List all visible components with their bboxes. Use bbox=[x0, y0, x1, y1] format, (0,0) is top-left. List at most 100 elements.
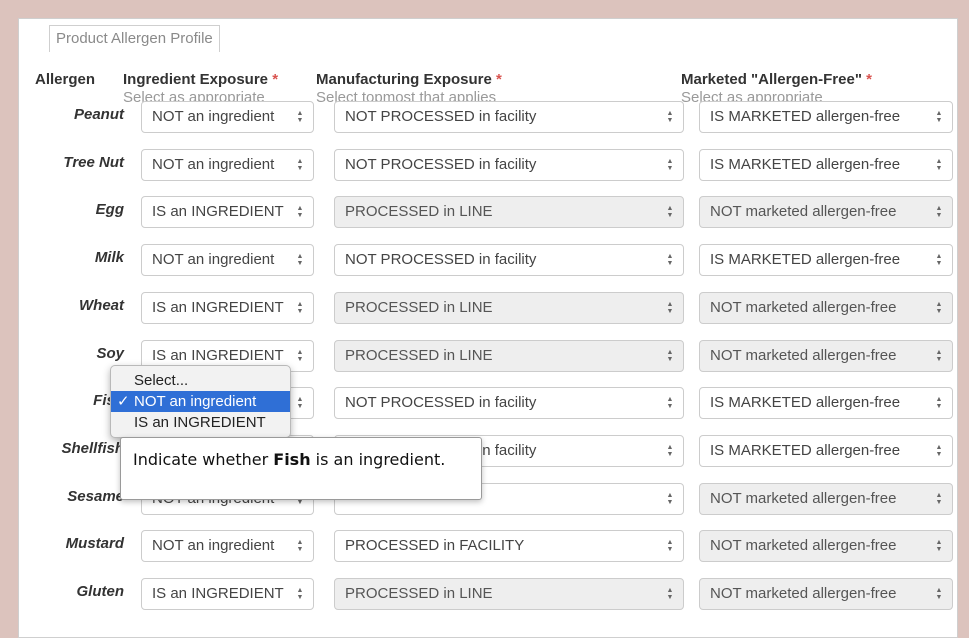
marketed-select-value: NOT marketed allergen-free bbox=[710, 537, 897, 554]
ingredient-select-wheat[interactable]: IS an INGREDIENT ▲ ▼ bbox=[141, 292, 314, 324]
updown-arrow-icon: ▲▼ bbox=[296, 205, 304, 219]
marketed-select-milk[interactable]: IS MARKETED allergen-free ▲ ▼ bbox=[699, 244, 953, 276]
ingredient-dropdown-menu[interactable]: Select... ✓ NOT an ingredient IS an INGRE… bbox=[110, 365, 291, 438]
updown-arrow-icon: ▲▼ bbox=[666, 444, 674, 458]
updown-arrow-icon: ▲▼ bbox=[296, 349, 304, 363]
row-label-shellfish: Shellfish bbox=[61, 440, 124, 457]
marketed-select-value: IS MARKETED allergen-free bbox=[710, 108, 901, 125]
marketed-select-gluten[interactable]: NOT marketed allergen-free ▲ ▼ bbox=[699, 578, 953, 610]
panel-legend: Product Allergen Profile bbox=[49, 25, 220, 52]
manufacturing-select-mustard[interactable]: PROCESSED in FACILITY ▲ ▼ bbox=[334, 530, 684, 562]
dropdown-option-not-ingredient[interactable]: ✓ NOT an ingredient bbox=[111, 391, 290, 412]
row-label-soy: Soy bbox=[96, 345, 124, 362]
allergen-profile-panel: Product Allergen Profile Allergen Ingred… bbox=[18, 18, 958, 638]
marketed-select-value: IS MARKETED allergen-free bbox=[710, 156, 901, 173]
manufacturing-select-wheat[interactable]: PROCESSED in LINE ▲ ▼ bbox=[334, 292, 684, 324]
updown-arrow-icon: ▲▼ bbox=[296, 539, 304, 553]
updown-arrow-icon: ▲▼ bbox=[935, 205, 943, 219]
manufacturing-select-egg[interactable]: PROCESSED in LINE ▲ ▼ bbox=[334, 196, 684, 228]
manufacturing-select-milk[interactable]: NOT PROCESSED in facility ▲ ▼ bbox=[334, 244, 684, 276]
updown-arrow-icon: ▲▼ bbox=[666, 253, 674, 267]
row-label-peanut: Peanut bbox=[73, 106, 124, 123]
marketed-select-value: NOT marketed allergen-free bbox=[710, 203, 897, 220]
dropdown-option-select[interactable]: Select... bbox=[111, 370, 290, 391]
manufacturing-select-value: NOT PROCESSED in facility bbox=[345, 394, 537, 411]
marketed-select-value: NOT marketed allergen-free bbox=[710, 490, 897, 507]
updown-arrow-icon: ▲▼ bbox=[935, 158, 943, 172]
updown-arrow-icon: ▲▼ bbox=[666, 539, 674, 553]
checkmark-icon: ✓ bbox=[117, 393, 130, 410]
required-marker: * bbox=[272, 71, 279, 88]
marketed-select-sesame[interactable]: NOT marketed allergen-free ▲ ▼ bbox=[699, 483, 953, 515]
dropdown-option-is-ingredient[interactable]: IS an INGREDIENT bbox=[111, 412, 290, 433]
row-label-fish: Fish bbox=[93, 392, 124, 409]
manufacturing-select-value: PROCESSED in LINE bbox=[345, 585, 493, 602]
updown-arrow-icon: ▲▼ bbox=[296, 253, 304, 267]
updown-arrow-icon: ▲▼ bbox=[296, 301, 304, 315]
updown-arrow-icon: ▲▼ bbox=[666, 492, 674, 506]
required-marker: * bbox=[866, 71, 872, 88]
updown-arrow-icon: ▲▼ bbox=[935, 444, 943, 458]
manufacturing-select-value: PROCESSED in LINE bbox=[345, 347, 493, 364]
manufacturing-select-peanut[interactable]: NOT PROCESSED in facility ▲ ▼ bbox=[334, 101, 684, 133]
ingredient-select-value: NOT an ingredient bbox=[152, 156, 275, 173]
updown-arrow-icon: ▲▼ bbox=[296, 587, 304, 601]
updown-arrow-icon: ▲▼ bbox=[935, 396, 943, 410]
updown-arrow-icon: ▲▼ bbox=[935, 587, 943, 601]
manufacturing-select-value: NOT PROCESSED in facility bbox=[345, 251, 537, 268]
ingredient-select-value: NOT an ingredient bbox=[152, 537, 275, 554]
row-label-sesame: Sesame bbox=[67, 488, 124, 505]
updown-arrow-icon: ▲▼ bbox=[666, 587, 674, 601]
row-label-tree-nut: Tree Nut bbox=[63, 154, 124, 171]
marketed-select-tree-nut[interactable]: IS MARKETED allergen-free ▲ ▼ bbox=[699, 149, 953, 181]
ingredient-select-value: NOT an ingredient bbox=[152, 108, 275, 125]
updown-arrow-icon: ▲▼ bbox=[935, 110, 943, 124]
ingredient-select-value: IS an INGREDIENT bbox=[152, 299, 284, 316]
marketed-select-value: IS MARKETED allergen-free bbox=[710, 442, 901, 459]
marketed-select-wheat[interactable]: NOT marketed allergen-free ▲ ▼ bbox=[699, 292, 953, 324]
ingredient-select-tree-nut[interactable]: NOT an ingredient ▲ ▼ bbox=[141, 149, 314, 181]
fish-ingredient-tooltip: Indicate whether Fish is an ingredient. bbox=[120, 437, 482, 500]
ingredient-select-value: IS an INGREDIENT bbox=[152, 585, 284, 602]
marketed-select-shellfish[interactable]: IS MARKETED allergen-free ▲ ▼ bbox=[699, 435, 953, 467]
manufacturing-select-value: PROCESSED in LINE bbox=[345, 299, 493, 316]
updown-arrow-icon: ▲▼ bbox=[666, 110, 674, 124]
marketed-select-value: IS MARKETED allergen-free bbox=[710, 394, 901, 411]
ingredient-select-egg[interactable]: IS an INGREDIENT ▲ ▼ bbox=[141, 196, 314, 228]
marketed-select-mustard[interactable]: NOT marketed allergen-free ▲ ▼ bbox=[699, 530, 953, 562]
updown-arrow-icon: ▲▼ bbox=[935, 492, 943, 506]
manufacturing-select-gluten[interactable]: PROCESSED in LINE ▲ ▼ bbox=[334, 578, 684, 610]
ingredient-select-gluten[interactable]: IS an INGREDIENT ▲ ▼ bbox=[141, 578, 314, 610]
marketed-select-fish[interactable]: IS MARKETED allergen-free ▲ ▼ bbox=[699, 387, 953, 419]
updown-arrow-icon: ▲▼ bbox=[935, 539, 943, 553]
manufacturing-select-value: PROCESSED in LINE bbox=[345, 203, 493, 220]
updown-arrow-icon: ▲▼ bbox=[935, 301, 943, 315]
updown-arrow-icon: ▲▼ bbox=[666, 396, 674, 410]
manufacturing-select-soy[interactable]: PROCESSED in LINE ▲ ▼ bbox=[334, 340, 684, 372]
marketed-select-soy[interactable]: NOT marketed allergen-free ▲ ▼ bbox=[699, 340, 953, 372]
ingredient-select-mustard[interactable]: NOT an ingredient ▲ ▼ bbox=[141, 530, 314, 562]
manufacturing-select-fish[interactable]: NOT PROCESSED in facility ▲ ▼ bbox=[334, 387, 684, 419]
marketed-select-peanut[interactable]: IS MARKETED allergen-free ▲ ▼ bbox=[699, 101, 953, 133]
updown-arrow-icon: ▲▼ bbox=[666, 205, 674, 219]
row-label-wheat: Wheat bbox=[79, 297, 124, 314]
row-label-egg: Egg bbox=[95, 201, 124, 218]
ingredient-select-value: IS an INGREDIENT bbox=[152, 347, 284, 364]
marketed-select-value: NOT marketed allergen-free bbox=[710, 585, 897, 602]
manufacturing-select-value: NOT PROCESSED in facility bbox=[345, 156, 537, 173]
required-marker: * bbox=[496, 71, 502, 88]
header-allergen: Allergen bbox=[35, 71, 96, 88]
updown-arrow-icon: ▲▼ bbox=[296, 158, 304, 172]
updown-arrow-icon: ▲▼ bbox=[296, 396, 304, 410]
updown-arrow-icon: ▲▼ bbox=[666, 349, 674, 363]
marketed-select-value: IS MARKETED allergen-free bbox=[710, 251, 901, 268]
marketed-select-value: NOT marketed allergen-free bbox=[710, 347, 897, 364]
updown-arrow-icon: ▲▼ bbox=[935, 253, 943, 267]
manufacturing-select-tree-nut[interactable]: NOT PROCESSED in facility ▲ ▼ bbox=[334, 149, 684, 181]
marketed-select-egg[interactable]: NOT marketed allergen-free ▲ ▼ bbox=[699, 196, 953, 228]
ingredient-select-peanut[interactable]: NOT an ingredient ▲ ▼ bbox=[141, 101, 314, 133]
marketed-select-value: NOT marketed allergen-free bbox=[710, 299, 897, 316]
ingredient-select-milk[interactable]: NOT an ingredient ▲ ▼ bbox=[141, 244, 314, 276]
row-label-milk: Milk bbox=[94, 249, 124, 266]
ingredient-select-value: IS an INGREDIENT bbox=[152, 203, 284, 220]
